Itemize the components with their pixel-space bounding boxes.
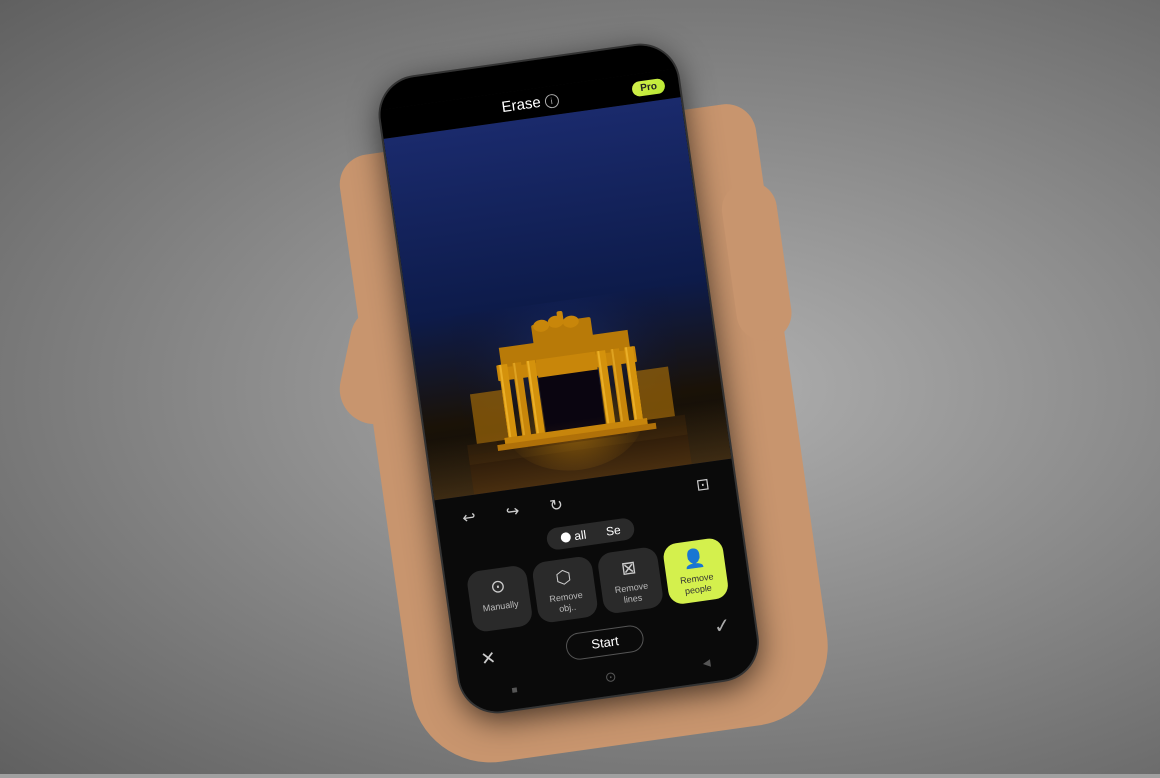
manually-icon: ⊙ bbox=[489, 576, 507, 599]
radio-all bbox=[560, 532, 571, 543]
gate-image bbox=[449, 286, 692, 495]
remove-lines-label: Remove lines bbox=[607, 580, 658, 608]
remove-people-card[interactable]: 👤 Remove people bbox=[662, 537, 730, 605]
start-button[interactable]: Start bbox=[565, 624, 645, 662]
select-all-option[interactable]: all bbox=[560, 528, 588, 545]
confirm-button[interactable]: ✓ bbox=[712, 612, 732, 639]
controls-area: ↩ ↪ ↻ ⊡ all bbox=[434, 459, 761, 716]
select-pill: all Se bbox=[545, 517, 636, 551]
pro-badge: Pro bbox=[631, 77, 665, 96]
remove-obj-label: Remove obj.. bbox=[542, 589, 593, 617]
info-icon[interactable]: i bbox=[544, 93, 560, 109]
remove-lines-icon: ⊠ bbox=[620, 557, 638, 580]
close-button[interactable]: ✕ bbox=[480, 647, 498, 670]
compare-button[interactable]: ⊡ bbox=[687, 469, 719, 501]
undo-button[interactable]: ↩ bbox=[453, 502, 485, 534]
square-nav[interactable]: ■ bbox=[504, 680, 524, 700]
remove-obj-card[interactable]: ⬡ Remove obj.. bbox=[531, 556, 599, 624]
back-nav[interactable]: ◀ bbox=[696, 653, 716, 673]
remove-lines-card[interactable]: ⊠ Remove lines bbox=[597, 546, 665, 614]
erase-title: Erase bbox=[501, 94, 542, 116]
remove-people-icon: 👤 bbox=[682, 548, 707, 572]
remove-obj-icon: ⬡ bbox=[554, 567, 572, 590]
home-nav[interactable]: ⊙ bbox=[600, 666, 620, 686]
manually-label: Manually bbox=[482, 599, 519, 615]
remove-people-label: Remove people bbox=[672, 571, 723, 599]
header-title: Erase i bbox=[501, 91, 560, 116]
photo-area bbox=[384, 97, 732, 501]
refresh-button[interactable]: ↻ bbox=[540, 490, 572, 522]
redo-button[interactable]: ↪ bbox=[497, 496, 529, 528]
select-se-option[interactable]: Se bbox=[605, 523, 621, 539]
manually-card[interactable]: ⊙ Manually bbox=[466, 565, 534, 633]
